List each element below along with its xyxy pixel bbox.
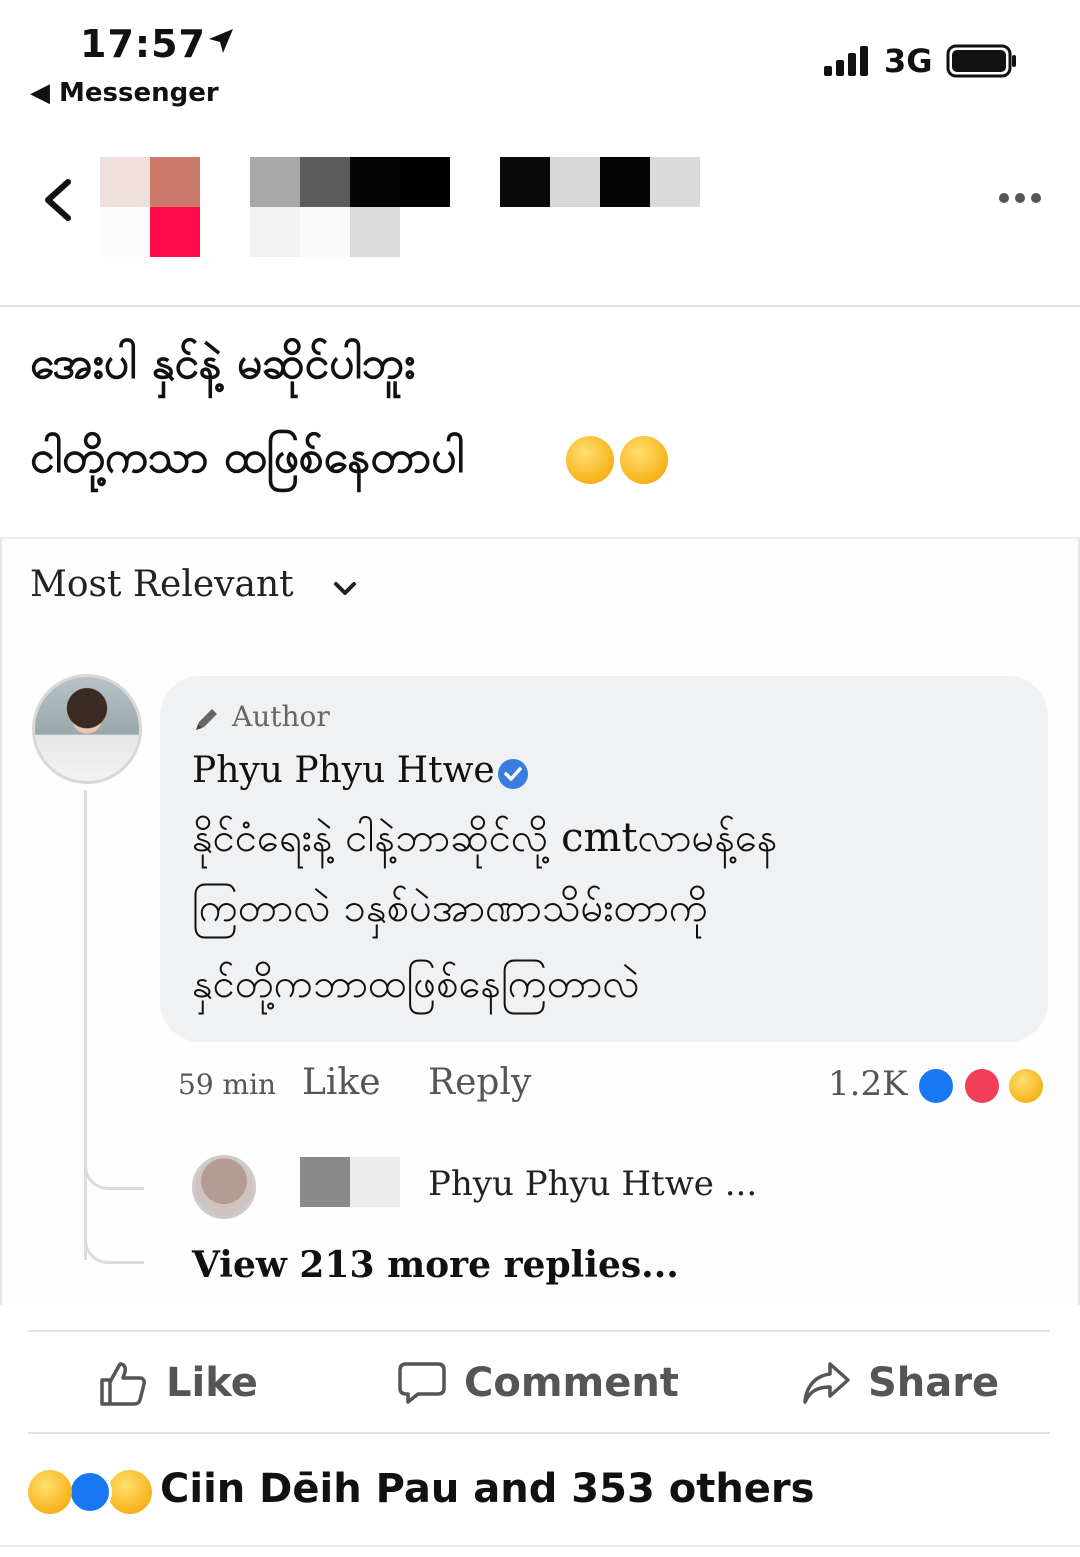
haha-reaction-icon [28, 1470, 72, 1514]
wow-reaction-icon [108, 1470, 152, 1514]
comment-reply-button[interactable]: Reply [428, 1062, 531, 1103]
author-badge: Author [232, 700, 330, 733]
share-button[interactable]: Share [868, 1360, 999, 1406]
back-to-messenger-link[interactable]: ◀ Messenger [30, 78, 219, 108]
bottom-divider [0, 1545, 1080, 1547]
like-reaction-icon [916, 1066, 956, 1106]
love-reaction-icon [962, 1066, 1002, 1106]
more-options-icon[interactable] [996, 186, 1044, 210]
thumbs-up-icon[interactable] [98, 1358, 148, 1408]
back-chevron-icon[interactable] [38, 176, 78, 224]
signal-strength-icon [824, 46, 868, 76]
reactions-summary[interactable]: Ciin Dēih Pau and 353 others [160, 1466, 814, 1512]
battery-icon [946, 44, 1016, 78]
comment-text-line-3: နှင်တို့ကဘာထဖြစ်နေကြတာလဲ [192, 961, 640, 1007]
unamused-face-icon [620, 436, 668, 484]
comment-timestamp: 59 min [178, 1068, 277, 1101]
thread-branch [84, 1220, 144, 1264]
nav-divider [0, 305, 1080, 307]
view-more-replies-link[interactable]: View 213 more replies... [192, 1244, 679, 1286]
blurred-reply-name[interactable] [300, 1157, 400, 1207]
thread-branch [84, 1140, 144, 1190]
blurred-page-name[interactable] [250, 157, 700, 257]
comment-bubble-icon[interactable] [398, 1360, 446, 1406]
comment-text-line-1: နိုင်ငံရေးနဲ့ ငါနဲ့ဘာဆိုင်လို့ cmtလာမန့်… [192, 815, 778, 861]
comment-text-line-2: ကြတာလဲ ၁နှစ်ပဲအာဏာသိမ်းတာကို [192, 885, 709, 931]
comment-like-button[interactable]: Like [302, 1062, 381, 1103]
commenter-avatar[interactable] [32, 674, 142, 784]
comment-sort-dropdown[interactable]: Most Relevant [30, 564, 294, 605]
thread-connector [84, 790, 87, 1260]
reply-avatar[interactable] [192, 1155, 256, 1219]
reply-preview-text[interactable]: Phyu Phyu Htwe ... [428, 1164, 757, 1204]
status-time: 17:57 [80, 22, 206, 66]
verified-badge-icon [498, 759, 528, 789]
post-text-line-1: အေးပါ နှင်နဲ့ မဆိုင်ပါဘူး [30, 338, 416, 389]
like-reaction-icon [68, 1470, 112, 1514]
back-triangle-icon: ◀ [30, 78, 60, 108]
post-text-line-2-text: ငါတို့ကသာ ထဖြစ်နေတာပါ [30, 432, 464, 483]
commenter-name[interactable]: Phyu Phyu Htwe [192, 750, 495, 791]
unamused-face-icon [566, 436, 614, 484]
like-button[interactable]: Like [166, 1360, 258, 1406]
location-arrow-icon [209, 29, 233, 53]
comment-reaction-count[interactable]: 1.2K [828, 1064, 907, 1104]
post-text-line-2: ငါတို့ကသာ ထဖြစ်နေတာပါ [30, 430, 464, 494]
back-app-label: Messenger [59, 78, 219, 108]
share-arrow-icon[interactable] [802, 1360, 852, 1406]
chevron-down-icon[interactable] [330, 574, 360, 604]
actions-divider-top [28, 1330, 1050, 1332]
network-type: 3G [884, 42, 933, 80]
pen-icon [196, 709, 217, 730]
blurred-page-avatar[interactable] [100, 157, 200, 257]
comment-button[interactable]: Comment [464, 1360, 679, 1406]
actions-divider-bottom [28, 1432, 1050, 1434]
care-reaction-icon [1006, 1066, 1046, 1106]
